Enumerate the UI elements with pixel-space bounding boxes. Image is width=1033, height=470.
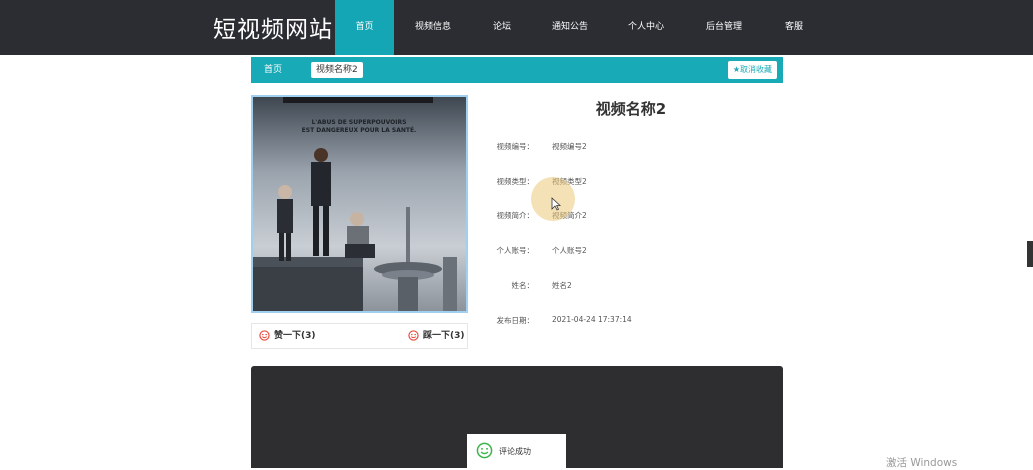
smile-icon — [259, 330, 270, 341]
info-row-account: 个人账号： 个人账号2 — [470, 245, 770, 259]
info-label: 发布日期： — [496, 316, 535, 325]
info-row-video-intro: 视频简介： 视频简介2 — [470, 210, 770, 224]
toast-message: 评论成功 — [499, 447, 531, 456]
nav-home[interactable]: 首页 — [335, 0, 394, 55]
mouse-cursor-icon — [551, 197, 561, 211]
success-toast: 评论成功 — [467, 434, 566, 468]
nav-announcements[interactable]: 通知公告 — [538, 0, 602, 55]
unfavorite-button[interactable]: ★取消收藏 — [727, 61, 777, 79]
info-row-name: 姓名： 姓名2 — [470, 280, 770, 294]
dislike-button[interactable]: 踩一下(3) — [408, 324, 465, 348]
unfavorite-label: 取消收藏 — [740, 65, 772, 74]
poster-tagline-2: EST DANGEREUX POUR LA SANTÉ. — [302, 126, 417, 134]
smile-icon — [476, 442, 493, 459]
info-label: 视频编号： — [496, 142, 535, 151]
like-button[interactable]: 赞一下(3) — [259, 324, 316, 348]
info-value: 姓名2 — [552, 281, 572, 290]
poster-image: L'ABUS DE SUPERPOUVOIRS EST DANGEREUX PO… — [253, 97, 466, 311]
info-value: 个人账号2 — [552, 246, 587, 255]
info-label: 视频类型： — [496, 177, 535, 186]
smile-icon — [408, 330, 419, 341]
breadcrumb-current: 视频名称2 — [311, 62, 363, 78]
nav-admin[interactable]: 后台管理 — [692, 0, 756, 55]
star-icon: ★ — [732, 65, 740, 74]
info-row-video-type: 视频类型： 视频类型2 — [470, 176, 770, 190]
nav-forum[interactable]: 论坛 — [474, 0, 530, 55]
nav-video-info[interactable]: 视频信息 — [402, 0, 464, 55]
info-row-publish-date: 发布日期： 2021-04-24 17:37:14 — [470, 315, 770, 329]
video-poster[interactable]: L'ABUS DE SUPERPOUVOIRS EST DANGEREUX PO… — [251, 95, 468, 313]
nav-customer-service[interactable]: 客服 — [772, 0, 816, 55]
info-value: 视频编号2 — [552, 142, 587, 151]
top-nav-bar: 短视频网站 首页 视频信息 论坛 通知公告 个人中心 后台管理 客服 — [0, 0, 1033, 55]
info-row-video-id: 视频编号： 视频编号2 — [470, 141, 770, 155]
like-label: 赞一下(3) — [274, 331, 316, 341]
info-label: 视频简介： — [496, 211, 535, 220]
breadcrumb: 首页 视频名称2 ★取消收藏 — [251, 57, 783, 83]
vote-bar: 赞一下(3) 踩一下(3) — [251, 323, 468, 349]
side-edge-tab[interactable] — [1027, 241, 1033, 267]
nav-user-center[interactable]: 个人中心 — [614, 0, 678, 55]
info-label: 姓名： — [511, 281, 535, 290]
video-title: 视频名称2 — [595, 100, 667, 118]
poster-tagline-1: L'ABUS DE SUPERPOUVOIRS — [312, 119, 407, 126]
info-label: 个人账号： — [496, 246, 535, 255]
breadcrumb-home[interactable]: 首页 — [264, 57, 282, 83]
dislike-label: 踩一下(3) — [423, 331, 465, 341]
info-value: 2021-04-24 17:37:14 — [552, 315, 632, 324]
site-title[interactable]: 短视频网站 — [213, 10, 333, 44]
